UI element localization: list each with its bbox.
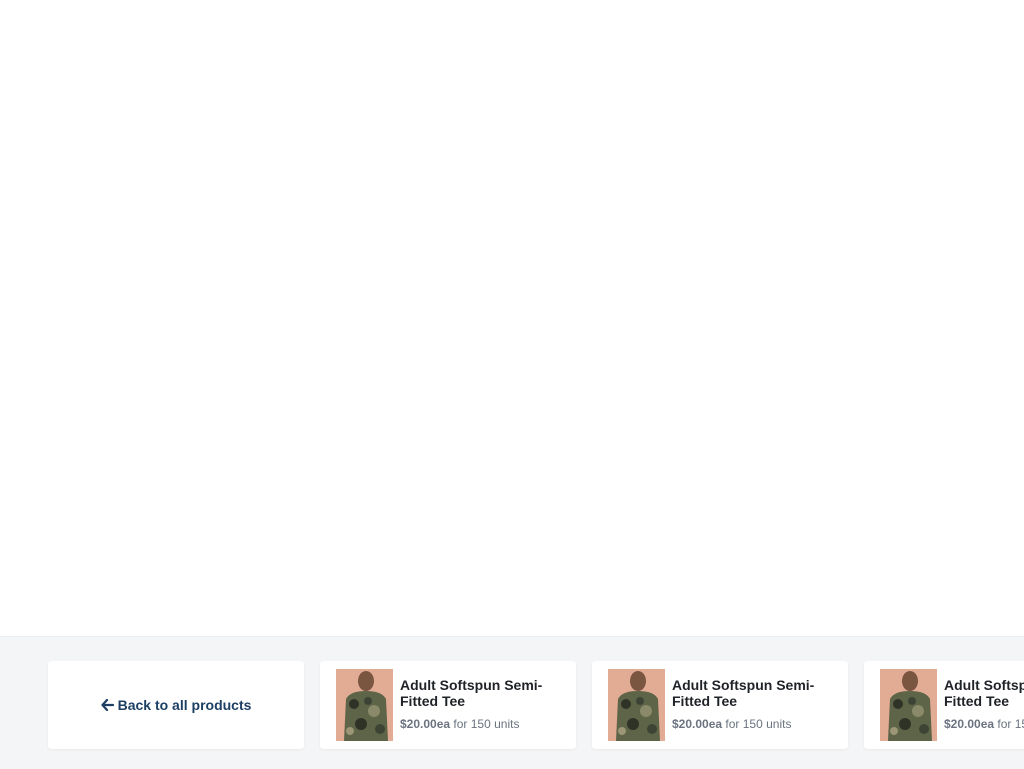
product-title: Adult Softspun Semi-Fitted Tee <box>672 677 815 709</box>
back-to-products-link[interactable]: Back to all products <box>100 697 252 713</box>
product-title: Adult Softspun Semi-Fitted Tee <box>944 677 1024 709</box>
back-to-products-card[interactable]: Back to all products <box>48 661 304 749</box>
product-image <box>336 669 393 741</box>
product-price: $20.00ea for 150 units <box>672 717 792 731</box>
product-card[interactable]: Adult Softspun Semi-Fitted Tee $20.00ea … <box>864 661 1024 749</box>
product-price: $20.00ea for 150 units <box>944 717 1024 731</box>
product-card[interactable]: Adult Softspun Semi-Fitted Tee $20.00ea … <box>320 661 576 749</box>
product-title: Adult Softspun Semi-Fitted Tee <box>400 677 543 709</box>
related-products-tray: Back to all products Adult Softspun Semi… <box>0 636 1024 769</box>
back-link-label: Back to all products <box>117 697 252 713</box>
main-content-area <box>0 0 1024 636</box>
product-price: $20.00ea for 150 units <box>400 717 520 731</box>
arrow-left-icon <box>100 699 114 711</box>
product-card[interactable]: Adult Softspun Semi-Fitted Tee $20.00ea … <box>592 661 848 749</box>
product-image <box>880 669 937 741</box>
product-image <box>608 669 665 741</box>
